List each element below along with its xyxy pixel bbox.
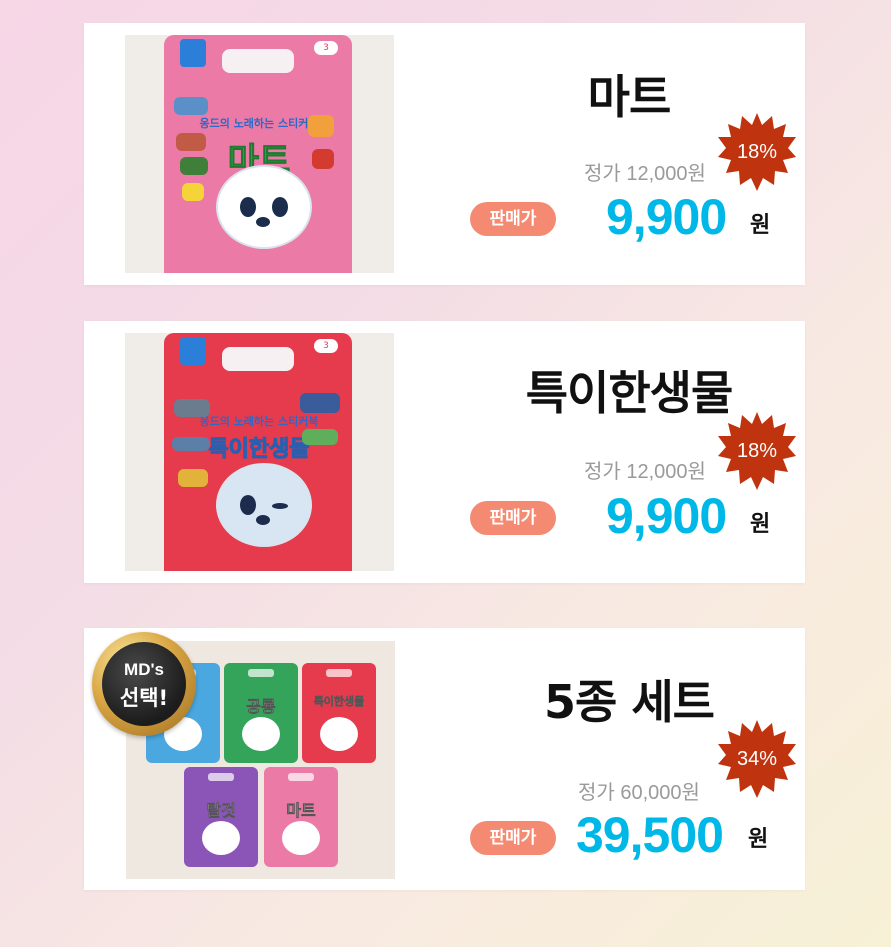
product-card-mart[interactable]: 3 옹드의 노래하는 스티커북 마트 마트 18% 정가 12,000원 판매가…: [84, 23, 805, 285]
set-book-dinosaur: 공룡: [224, 663, 298, 763]
sale-price: 39,500: [576, 807, 724, 863]
book-title: 특이한생물: [208, 437, 310, 463]
fish-sticker: [178, 469, 208, 487]
product-image[interactable]: 3 옹드의 노래하는 스티커북 특이한생물: [125, 333, 394, 571]
list-price: 정가 12,000원: [584, 461, 706, 483]
sale-label: 판매가: [470, 821, 556, 855]
noodle-sticker: [308, 115, 334, 137]
sale-price: 9,900: [606, 488, 727, 544]
bear-mascot: [216, 463, 312, 547]
age-badge: 3: [314, 339, 338, 353]
meat-sticker: [176, 133, 206, 151]
fish-sticker: [174, 97, 208, 115]
set-book-vehicles: 탈것: [184, 767, 258, 867]
brand-logo: [180, 337, 206, 365]
sale-price: 9,900: [606, 189, 727, 245]
md-badge-line1: MD's: [124, 660, 164, 679]
discount-text: 18%: [736, 440, 778, 462]
book-handle: [222, 347, 294, 371]
product-card-unusual-creatures[interactable]: 3 옹드의 노래하는 스티커북 특이한생물 특이한생물 18% 정가 12,00…: [84, 321, 805, 583]
sale-label: 판매가: [470, 501, 556, 535]
eel-sticker: [302, 429, 338, 445]
currency-label: 원: [750, 512, 771, 537]
armadillo-sticker: [174, 399, 210, 417]
list-price: 정가 60,000원: [578, 782, 700, 804]
shark-sticker: [300, 393, 340, 413]
currency-label: 원: [750, 213, 771, 238]
book-cover: 3 옹드의 노래하는 스티커북 마트: [164, 35, 352, 273]
product-image[interactable]: 3 옹드의 노래하는 스티커북 마트: [125, 35, 394, 273]
book-handle: [222, 49, 294, 73]
brand-logo: [180, 39, 206, 67]
bear-mascot: [216, 165, 312, 249]
set-book-mart: 마트: [264, 767, 338, 867]
age-badge: 3: [314, 41, 338, 55]
tomato-sticker: [312, 149, 334, 169]
discount-badge: 18%: [718, 113, 796, 191]
book-cover: 3 옹드의 노래하는 스티커북 특이한생물: [164, 333, 352, 571]
product-card-5-set[interactable]: 공룡 특이한생물 탈것 마트 MD's 선택! 5종 세트 34% 정가 60,…: [84, 628, 805, 890]
list-price: 정가 12,000원: [584, 163, 706, 185]
sale-label: 판매가: [470, 202, 556, 236]
sushi-sticker: [180, 157, 208, 175]
discount-text: 18%: [736, 141, 778, 163]
banana-sticker: [182, 183, 204, 201]
md-pick-badge: MD's 선택!: [92, 632, 196, 736]
discount-badge: 18%: [718, 412, 796, 490]
discount-badge: 34%: [718, 720, 796, 798]
set-book-creatures: 특이한생물: [302, 663, 376, 763]
currency-label: 원: [748, 827, 769, 852]
md-badge-line2: 선택!: [119, 686, 169, 710]
discount-text: 34%: [736, 748, 778, 770]
dolphin-sticker: [172, 437, 210, 451]
